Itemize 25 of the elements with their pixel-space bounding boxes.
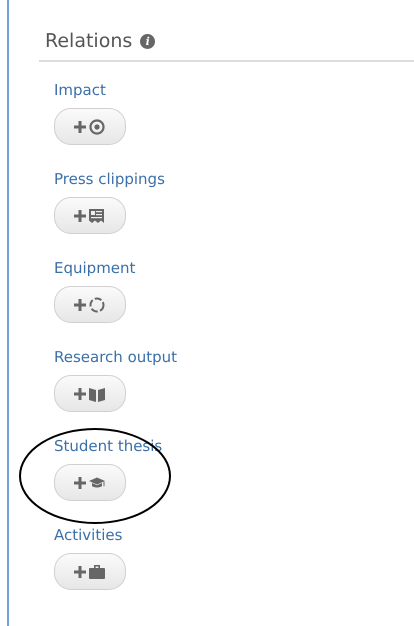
add-button[interactable] <box>54 464 126 501</box>
briefcase-icon <box>89 564 105 578</box>
section-title: Relations <box>45 30 132 52</box>
target-icon <box>89 118 105 134</box>
add-button[interactable] <box>54 553 126 590</box>
add-button[interactable] <box>54 375 126 412</box>
add-button[interactable] <box>54 286 126 323</box>
relation-label[interactable]: Activities <box>54 526 122 544</box>
add-button[interactable] <box>54 197 126 234</box>
book-icon <box>89 388 105 402</box>
plus-icon <box>74 298 86 310</box>
plus-icon <box>74 566 86 578</box>
plus-icon <box>74 388 86 400</box>
relation-label[interactable]: Impact <box>54 81 106 99</box>
plus-icon <box>74 120 86 132</box>
plus-icon <box>74 476 86 488</box>
dashed-circle-icon <box>90 297 104 312</box>
add-button[interactable] <box>54 108 126 145</box>
relation-label[interactable]: Research output <box>54 348 178 366</box>
relation-label[interactable]: Equipment <box>54 259 136 277</box>
relation-label[interactable]: Press clippings <box>54 170 165 188</box>
info-icon[interactable]: i <box>140 34 156 48</box>
newspaper-icon <box>89 208 104 222</box>
graduation-cap-icon <box>89 477 105 487</box>
plus-icon <box>74 210 86 222</box>
